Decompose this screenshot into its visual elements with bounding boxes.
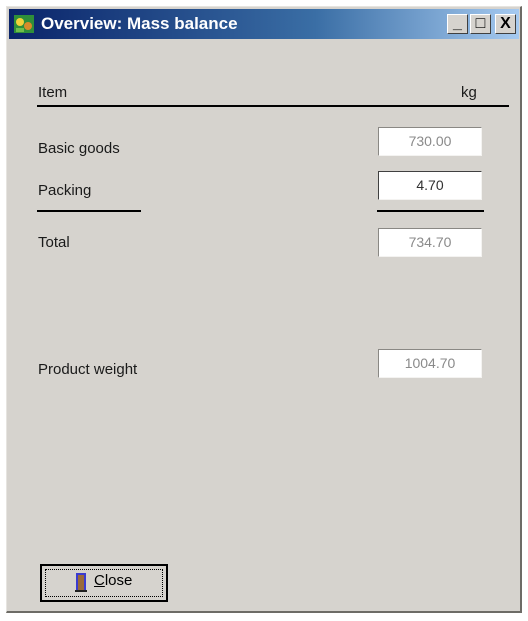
close-button-label: Close xyxy=(94,572,133,589)
total-label: Total xyxy=(38,234,70,251)
door-exit-icon xyxy=(75,573,87,592)
subtotal-divider-left xyxy=(37,210,141,212)
maximize-button[interactable]: □ xyxy=(470,14,491,34)
close-window-button[interactable]: X xyxy=(495,14,516,34)
product-weight-label: Product weight xyxy=(38,361,138,378)
basic-goods-label: Basic goods xyxy=(38,140,120,157)
window-title: Overview: Mass balance xyxy=(41,14,238,33)
packing-value-field[interactable]: 4.70 xyxy=(378,171,482,200)
basic-goods-value-field[interactable]: 730.00 xyxy=(378,127,482,156)
close-button[interactable]: Close xyxy=(40,564,168,602)
product-weight-value-field[interactable]: 1004.70 xyxy=(378,349,482,378)
total-value-field[interactable]: 734.70 xyxy=(378,228,482,257)
header-divider xyxy=(37,105,509,107)
subtotal-divider-right xyxy=(377,210,484,212)
mass-balance-window: Overview: Mass balance _ □ X Item kg Bas… xyxy=(6,6,522,613)
item-column-header: Item xyxy=(38,84,68,101)
packing-label: Packing xyxy=(38,182,92,199)
unit-column-header: kg xyxy=(461,84,477,101)
minimize-button[interactable]: _ xyxy=(447,14,468,34)
app-icon xyxy=(14,15,34,33)
title-bar[interactable]: Overview: Mass balance _ □ X xyxy=(9,9,519,39)
